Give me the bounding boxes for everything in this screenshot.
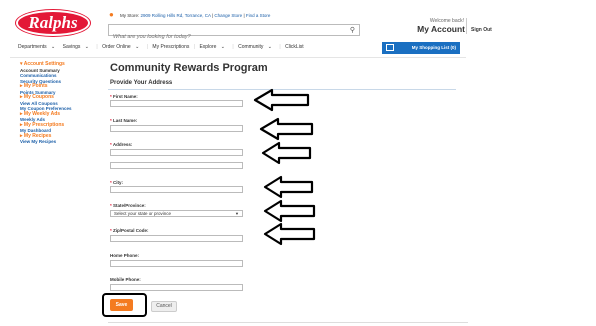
address-label: * Address: [110,142,133,147]
nav-divider [10,57,466,58]
state-select-value: Select your state or province [114,211,172,216]
nav-order-online[interactable]: Order Online ⌄ [102,44,142,50]
chevron-down-icon: ⌄ [220,44,225,50]
left-arrow-icon [253,88,310,112]
section-title: Provide Your Address [110,80,173,86]
chevron-down-icon: ⌄ [84,44,89,50]
header-divider [466,18,467,34]
sidebar-item-view-my-recipes[interactable]: View My Recipes [20,139,100,145]
first-name-field[interactable] [110,100,243,107]
nav-departments[interactable]: Departments ⌄ [18,44,58,50]
mobile-phone-label: Mobile Phone: [110,277,141,282]
content-bottom-border [108,322,468,323]
state-select[interactable]: Select your state or province ▼ [110,210,243,217]
my-account-link[interactable]: My Account [370,24,465,34]
main-nav: Departments ⌄ Savings ⌄ | Order Online ⌄… [18,44,304,50]
list-icon [386,44,394,51]
store-label: My Store: [120,13,140,18]
chevron-down-icon: ⌄ [135,44,140,50]
chevron-down-icon: ⌄ [267,44,272,50]
city-field[interactable] [110,186,243,193]
left-arrow-icon [263,175,314,199]
first-name-label: * First Name: [110,94,138,99]
chevron-down-icon: ⌄ [51,44,56,50]
search-box[interactable]: ⚲ [108,24,360,42]
shopping-list-label: My Shopping List (0) [411,45,456,50]
change-store-link[interactable]: Change Store [214,13,242,18]
store-info: My Store: 2909 Rolling Hills Rd, Torranc… [120,13,271,18]
last-name-label: * Last Name: [110,118,138,123]
location-pin-icon: ● [109,10,114,19]
home-phone-field[interactable] [110,260,243,267]
shopping-list-button[interactable]: My Shopping List (0) [382,42,460,54]
store-address-link[interactable]: 2909 Rolling Hills Rd, Torrance, CA [141,13,211,18]
nav-savings[interactable]: Savings ⌄ [63,44,92,50]
nav-my-prescriptions[interactable]: My Prescriptions [152,44,189,50]
nav-clicklist[interactable]: ClickList [285,44,304,50]
page-title: Community Rewards Program [110,62,268,74]
address-field-2[interactable] [110,162,243,169]
left-arrow-icon [261,141,312,165]
cancel-button[interactable]: Cancel [151,301,177,312]
left-arrow-icon [263,222,316,246]
zip-label: * Zip/Postal Code: [110,228,149,233]
nav-community[interactable]: Community ⌄ [238,44,275,50]
zip-field[interactable] [110,235,243,242]
search-input[interactable] [109,32,333,42]
last-name-field[interactable] [110,125,243,132]
home-phone-label: Home Phone: [110,253,140,258]
ralphs-logo[interactable]: Ralphs [16,10,90,36]
address-field-1[interactable] [110,149,243,156]
nav-explore[interactable]: Explore ⌄ [199,44,228,50]
chevron-down-icon: ▼ [235,211,239,216]
save-button[interactable]: Save [110,299,133,311]
account-sidebar: ▾ Account Settings Account Summary Commu… [20,61,100,145]
sign-out-link[interactable]: Sign Out [471,27,492,33]
city-label: * City: [110,180,124,185]
state-label: * State/Province: [110,203,146,208]
find-store-link[interactable]: Find a Store [246,13,271,18]
search-icon[interactable]: ⚲ [350,26,355,34]
mobile-phone-field[interactable] [110,284,243,291]
left-arrow-icon [259,117,314,141]
